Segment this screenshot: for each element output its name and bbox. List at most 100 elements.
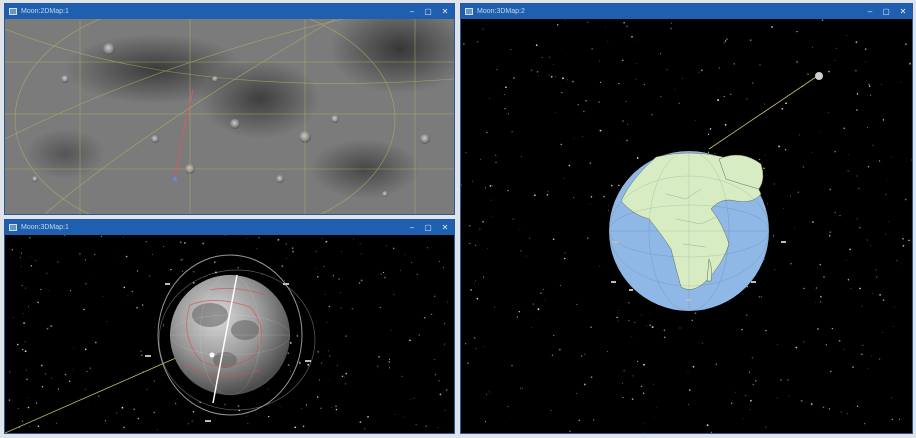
star bbox=[862, 344, 864, 347]
minimize-button[interactable]: – bbox=[404, 4, 420, 19]
star bbox=[666, 68, 668, 71]
star bbox=[829, 188, 832, 191]
star bbox=[904, 198, 907, 201]
star bbox=[469, 243, 471, 245]
star bbox=[148, 275, 151, 277]
star bbox=[551, 354, 553, 356]
star bbox=[553, 334, 555, 337]
star bbox=[845, 259, 847, 261]
star bbox=[513, 77, 515, 79]
star bbox=[137, 417, 140, 420]
star bbox=[536, 71, 539, 73]
star bbox=[388, 358, 391, 360]
star bbox=[663, 336, 666, 339]
close-button[interactable]: ✕ bbox=[436, 4, 454, 19]
star bbox=[268, 415, 270, 418]
close-button[interactable]: ✕ bbox=[436, 220, 454, 235]
star bbox=[807, 73, 809, 75]
star bbox=[819, 295, 822, 298]
star bbox=[755, 380, 757, 382]
moon-globe-view[interactable] bbox=[5, 235, 454, 433]
star bbox=[170, 268, 172, 271]
star bbox=[707, 133, 710, 135]
star bbox=[72, 369, 74, 370]
moon-2d-map-window[interactable]: Moon:2DMap:1 – ▢ ✕ bbox=[4, 3, 455, 215]
star bbox=[531, 327, 532, 328]
star bbox=[317, 351, 319, 353]
star bbox=[834, 60, 836, 62]
star bbox=[70, 290, 72, 292]
moon-marker[interactable] bbox=[815, 72, 823, 80]
star bbox=[294, 426, 297, 429]
star bbox=[29, 425, 30, 427]
star bbox=[30, 265, 33, 267]
star bbox=[694, 312, 697, 315]
moon-globe-canvas[interactable] bbox=[5, 235, 454, 433]
star bbox=[840, 411, 842, 413]
star bbox=[325, 240, 328, 243]
star bbox=[825, 344, 827, 346]
moon-3d-map-window-1[interactable]: Moon:3DMap:1 – ▢ ✕ bbox=[4, 219, 455, 434]
star bbox=[566, 54, 568, 56]
star bbox=[475, 348, 477, 350]
maximize-button[interactable]: ▢ bbox=[420, 220, 436, 235]
lander-marker[interactable] bbox=[173, 177, 177, 181]
star bbox=[882, 119, 885, 121]
star bbox=[746, 98, 748, 100]
star bbox=[179, 241, 182, 244]
star bbox=[710, 431, 713, 433]
star bbox=[554, 76, 556, 78]
star bbox=[181, 258, 183, 260]
star bbox=[589, 162, 592, 164]
star bbox=[470, 289, 472, 291]
star bbox=[379, 306, 381, 308]
star bbox=[380, 273, 382, 275]
maximize-button[interactable]: ▢ bbox=[420, 4, 436, 19]
lunar-surface-map[interactable] bbox=[5, 19, 454, 214]
star bbox=[489, 392, 490, 394]
star bbox=[17, 408, 19, 409]
moon-3d-map-window-2[interactable]: Moon:3DMap:2 – ▢ ✕ bbox=[460, 3, 913, 434]
star bbox=[608, 205, 609, 206]
star bbox=[127, 295, 129, 297]
star bbox=[27, 397, 29, 399]
star bbox=[544, 299, 546, 301]
star bbox=[98, 395, 100, 397]
star bbox=[765, 155, 766, 156]
star bbox=[886, 180, 888, 181]
window-titlebar[interactable]: Moon:3DMap:2 – ▢ ✕ bbox=[461, 4, 912, 19]
window-titlebar[interactable]: Moon:2DMap:1 – ▢ ✕ bbox=[5, 4, 454, 19]
window-titlebar[interactable]: Moon:3DMap:1 – ▢ ✕ bbox=[5, 220, 454, 235]
star bbox=[890, 397, 892, 399]
star bbox=[484, 346, 485, 347]
star bbox=[324, 294, 326, 296]
star bbox=[688, 389, 691, 391]
star bbox=[583, 383, 586, 386]
star bbox=[858, 187, 860, 190]
star bbox=[709, 128, 712, 130]
minimize-button[interactable]: – bbox=[862, 4, 878, 19]
star bbox=[751, 357, 754, 359]
star bbox=[909, 243, 911, 245]
star bbox=[153, 411, 155, 414]
star bbox=[438, 380, 440, 382]
star bbox=[425, 425, 427, 427]
star bbox=[87, 404, 89, 406]
star bbox=[79, 253, 81, 255]
star bbox=[489, 98, 490, 99]
star bbox=[55, 422, 58, 424]
star bbox=[591, 48, 593, 50]
maximize-button[interactable]: ▢ bbox=[878, 4, 894, 19]
star bbox=[879, 294, 881, 296]
earth-globe-canvas[interactable] bbox=[461, 19, 912, 433]
star bbox=[584, 353, 586, 355]
spacecraft-marker[interactable] bbox=[209, 352, 215, 358]
star bbox=[9, 371, 11, 373]
close-button[interactable]: ✕ bbox=[894, 4, 912, 19]
star bbox=[558, 348, 561, 351]
map-2d-canvas[interactable] bbox=[5, 19, 454, 214]
star bbox=[8, 399, 11, 401]
earth-globe-view[interactable] bbox=[461, 19, 912, 433]
star bbox=[437, 427, 439, 429]
minimize-button[interactable]: – bbox=[404, 220, 420, 235]
